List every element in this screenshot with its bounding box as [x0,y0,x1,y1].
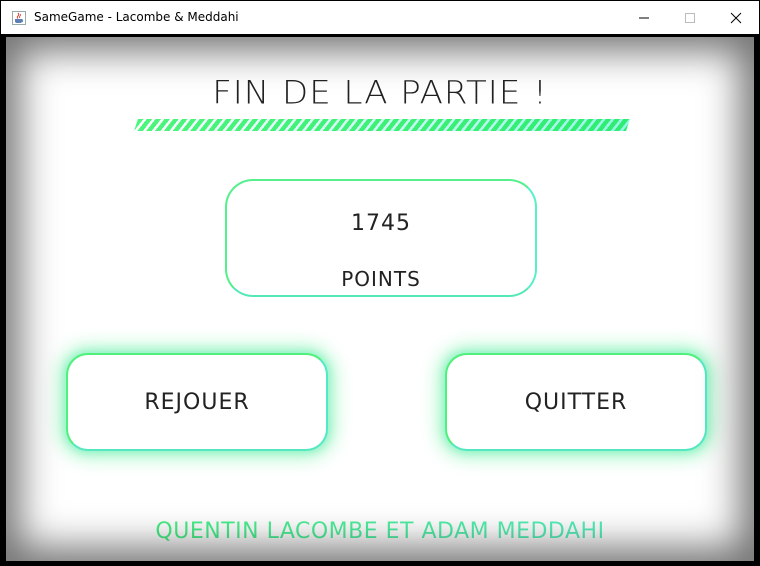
maximize-icon [685,12,695,23]
java-cup-icon [12,11,26,25]
score-label: POINTS [341,267,421,291]
app-window: SameGame - Lacombe & Meddahi FIN DE LA P… [0,0,760,566]
game-over-title: FIN DE LA PARTIE ! [212,74,548,112]
score-box: 1745 POINTS [225,179,537,297]
game-over-panel: FIN DE LA PARTIE ! 1745 POINTS REJOUER Q… [6,37,754,561]
panel-vignette [6,37,754,561]
close-icon [730,12,742,23]
minimize-icon [639,17,649,18]
credits-text: QUENTIN LACOMBE ET ADAM MEDDAHI [6,519,754,544]
minimize-button[interactable] [621,1,667,34]
close-button[interactable] [713,1,759,34]
replay-button[interactable]: REJOUER [66,353,328,451]
window-title: SameGame - Lacombe & Meddahi [34,10,239,24]
title-underline-stripes [134,119,630,131]
score-value: 1745 [351,211,411,236]
quit-button[interactable]: QUITTER [445,353,707,451]
title-bar[interactable]: SameGame - Lacombe & Meddahi [1,1,759,34]
maximize-button[interactable] [667,1,713,34]
